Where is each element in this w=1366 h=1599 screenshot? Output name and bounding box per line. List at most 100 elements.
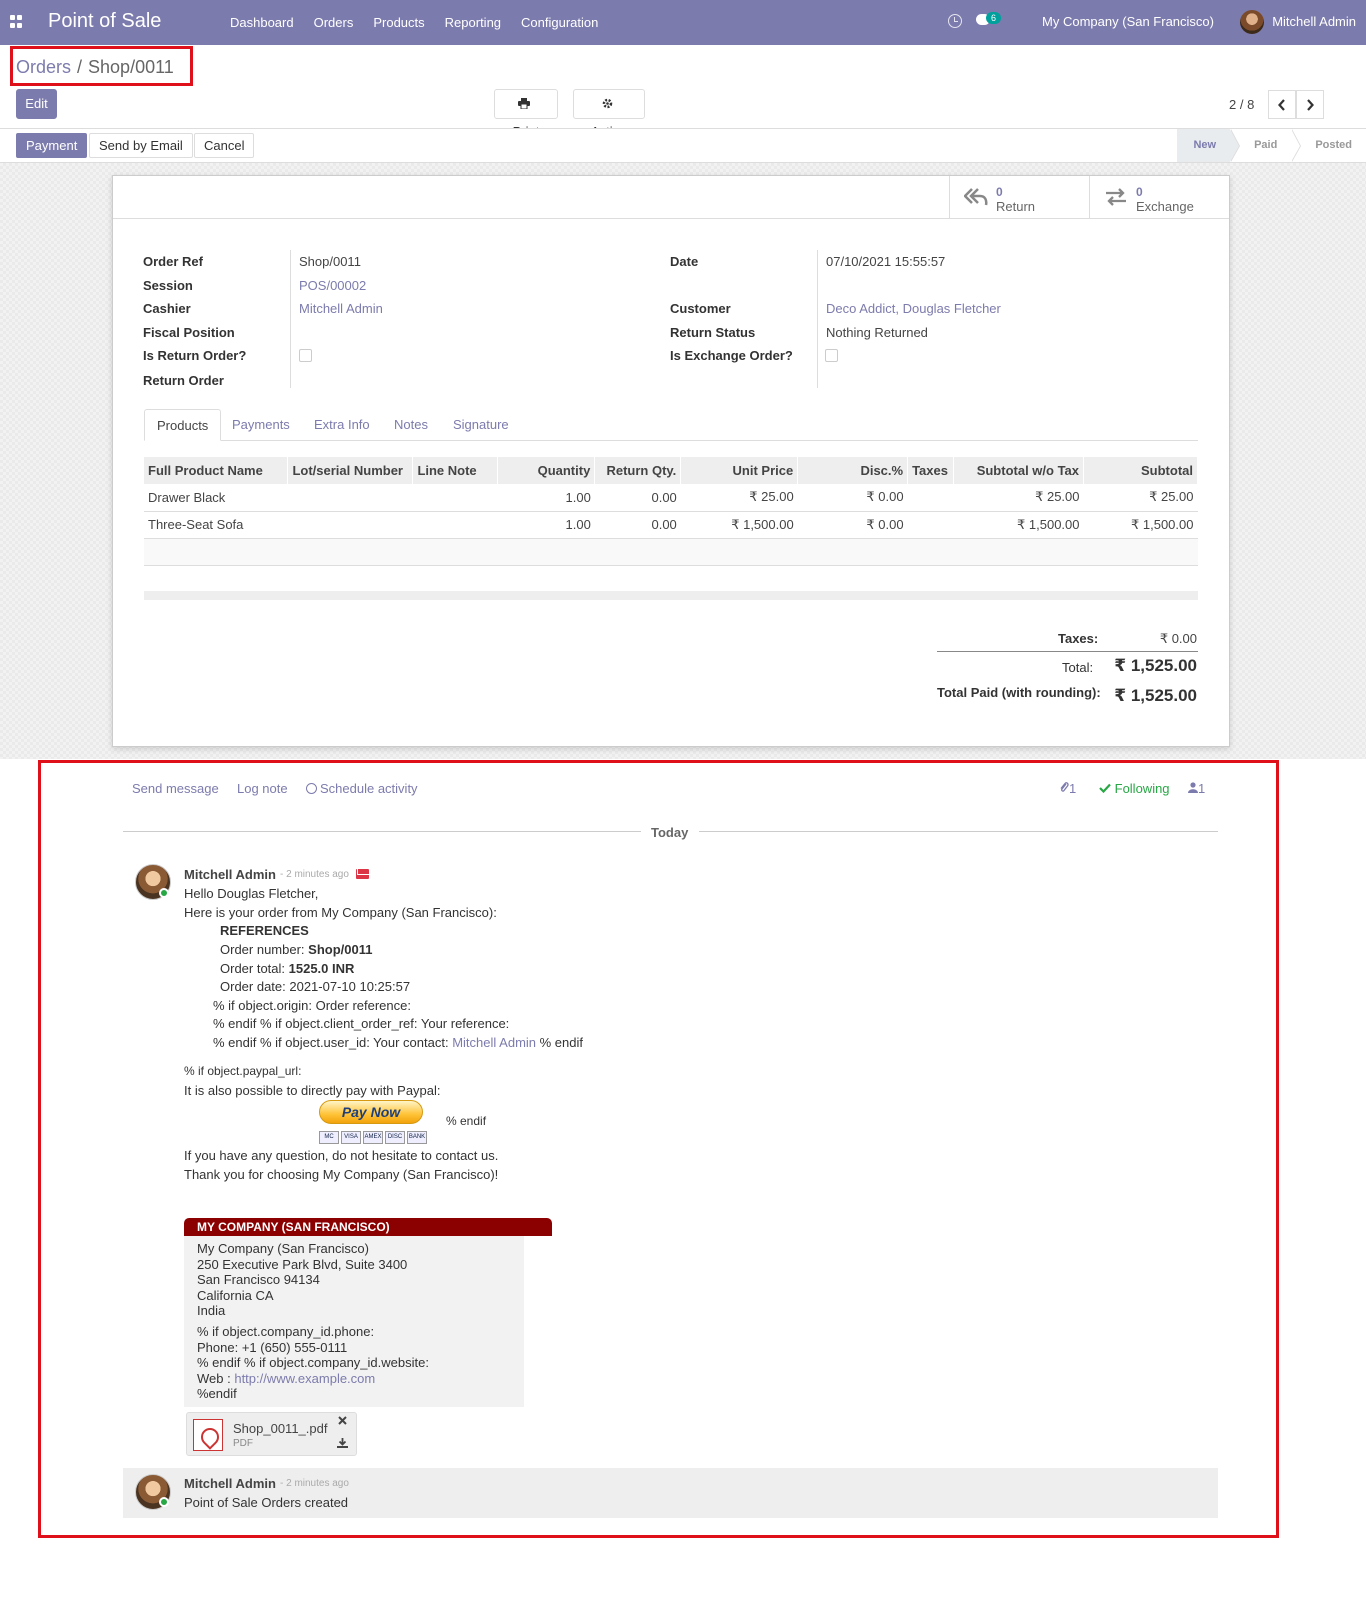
template-phone-if: % if object.company_id.phone: <box>197 1324 375 1339</box>
table-row[interactable]: Three-Seat Sofa 1.00 0.00 ₹ 1,500.00 ₹ 0… <box>144 511 1198 539</box>
cashier-link[interactable]: Mitchell Admin <box>299 301 383 316</box>
exchange-arrows-icon <box>1106 188 1126 206</box>
order-number-value: Shop/0011 <box>308 942 373 957</box>
table-cell: ₹ 0.00 <box>797 511 908 539</box>
attachments-button[interactable]: 1 <box>1059 781 1076 796</box>
references-heading: REFERENCES <box>220 923 309 938</box>
column-header[interactable]: Disc.% <box>797 457 909 484</box>
today-label: Today <box>651 825 689 840</box>
app-brand[interactable]: Point of Sale <box>48 10 161 33</box>
column-header[interactable]: Quantity <box>497 457 596 484</box>
send-message-button[interactable]: Send message <box>132 781 219 796</box>
message-date: - 2 minutes ago <box>280 869 349 880</box>
printer-icon <box>518 98 530 109</box>
return-status-label: Return Status <box>670 325 756 340</box>
menu-reporting[interactable]: Reporting <box>435 0 511 45</box>
company-switcher[interactable]: My Company (San Francisco) <box>1042 14 1214 29</box>
stage-posted[interactable]: Posted <box>1291 129 1366 162</box>
table-row[interactable]: Drawer Black 1.00 0.00 ₹ 25.00 ₹ 0.00 ₹ … <box>144 484 1198 512</box>
return-status-value: Nothing Returned <box>826 325 928 340</box>
send-by-email-button[interactable]: Send by Email <box>89 133 193 158</box>
table-cell <box>907 484 954 512</box>
order-total-line: Order total: 1525.0 INR <box>220 961 354 976</box>
payment-button[interactable]: Payment <box>16 133 88 158</box>
notification-author[interactable]: Mitchell Admin <box>184 1476 276 1491</box>
return-label: Return <box>996 199 1036 214</box>
column-header[interactable]: Unit Price <box>680 457 799 484</box>
edit-button[interactable]: Edit <box>16 89 57 119</box>
table-cell <box>907 511 954 539</box>
exchange-smart-button[interactable]: 0 Exchange <box>1089 176 1229 219</box>
chevron-left-icon <box>1278 99 1285 111</box>
attachment-name[interactable]: Shop_0011_.pdf <box>233 1421 327 1436</box>
close-icon[interactable] <box>338 1416 347 1425</box>
fiscal-position-label: Fiscal Position <box>143 325 235 340</box>
return-count: 0 <box>996 185 1003 199</box>
table-cell: ₹ 1,500.00 <box>1083 511 1198 539</box>
is-return-order-checkbox[interactable] <box>299 349 312 362</box>
table-cell <box>412 511 498 539</box>
message-intro: Here is your order from My Company (San … <box>184 905 497 920</box>
contact-link[interactable]: Mitchell Admin <box>452 1035 536 1050</box>
pdf-attachment[interactable]: Shop_0011_.pdf PDF <box>186 1412 357 1456</box>
pager-next-button[interactable] <box>1296 90 1324 119</box>
tab-products[interactable]: Products <box>144 409 222 441</box>
company-web-line: Web : http://www.example.com <box>197 1371 375 1386</box>
website-link[interactable]: http://www.example.com <box>234 1371 375 1386</box>
message-author[interactable]: Mitchell Admin <box>184 867 276 882</box>
user-avatar[interactable] <box>1240 10 1264 34</box>
menu-orders[interactable]: Orders <box>304 0 364 45</box>
total-label: Total: <box>1062 660 1094 675</box>
order-ref-label: Order Ref <box>143 254 203 269</box>
pager-value[interactable]: 2 / 8 <box>1229 97 1254 112</box>
tab-signature[interactable]: Signature <box>441 409 521 441</box>
template-web-if: % endif % if object.company_id.website: <box>197 1355 429 1370</box>
exchange-label: Exchange <box>1136 199 1194 214</box>
menu-products[interactable]: Products <box>363 0 434 45</box>
followers-button[interactable]: 1 <box>1188 781 1205 796</box>
table-cell <box>287 484 413 512</box>
column-header[interactable]: Subtotal w/o Tax <box>953 457 1085 484</box>
print-button[interactable]: Print <box>494 89 558 139</box>
question-line: If you have any question, do not hesitat… <box>184 1148 499 1163</box>
cancel-button[interactable]: Cancel <box>194 133 255 158</box>
return-smart-button[interactable]: 0 Return <box>949 176 1089 219</box>
table-cell: 1.00 <box>497 484 595 512</box>
customer-link[interactable]: Deco Addict, Douglas Fletcher <box>826 301 1001 316</box>
download-icon[interactable] <box>337 1438 348 1448</box>
column-header[interactable]: Line Note <box>412 457 499 484</box>
stage-new[interactable]: New <box>1177 129 1240 162</box>
amex-logo: AMEX <box>363 1131 383 1144</box>
column-header[interactable]: Taxes <box>907 457 955 484</box>
tab-extra-info[interactable]: Extra Info <box>302 409 382 441</box>
is-exchange-order-checkbox[interactable] <box>825 349 838 362</box>
session-link[interactable]: POS/00002 <box>299 278 366 293</box>
schedule-activity-button[interactable]: Schedule activity <box>306 781 418 796</box>
column-header[interactable]: Lot/serial Number <box>287 457 414 484</box>
table-cell: Three-Seat Sofa <box>144 511 288 539</box>
activity-clock-icon[interactable] <box>948 14 962 28</box>
following-toggle[interactable]: Following <box>1099 781 1170 796</box>
column-header[interactable]: Subtotal <box>1083 457 1198 484</box>
column-header[interactable]: Return Qty. <box>594 457 682 484</box>
stage-pipeline: New Paid Posted <box>1177 129 1366 162</box>
column-header[interactable]: Full Product Name <box>144 457 289 484</box>
menu-dashboard[interactable]: Dashboard <box>220 0 304 45</box>
pager-previous-button[interactable] <box>1268 90 1296 119</box>
tab-notes[interactable]: Notes <box>382 409 440 441</box>
user-menu[interactable]: Mitchell Admin <box>1272 14 1356 29</box>
pay-now-button[interactable]: Pay Now <box>319 1100 423 1124</box>
online-status-dot <box>159 888 169 898</box>
log-note-button[interactable]: Log note <box>237 781 288 796</box>
action-button[interactable]: Action <box>573 89 645 139</box>
totals-divider <box>937 651 1198 652</box>
is-return-order-label: Is Return Order? <box>143 348 247 363</box>
template-origin-line: % if object.origin: Order reference: <box>213 998 411 1013</box>
apps-menu-icon[interactable] <box>10 15 23 28</box>
paperclip-icon <box>1060 782 1069 792</box>
table-cell: 1.00 <box>497 511 595 539</box>
tab-payments[interactable]: Payments <box>220 409 302 441</box>
pdf-file-icon <box>193 1419 223 1451</box>
envelope-icon[interactable] <box>356 869 369 879</box>
menu-configuration[interactable]: Configuration <box>511 0 608 45</box>
